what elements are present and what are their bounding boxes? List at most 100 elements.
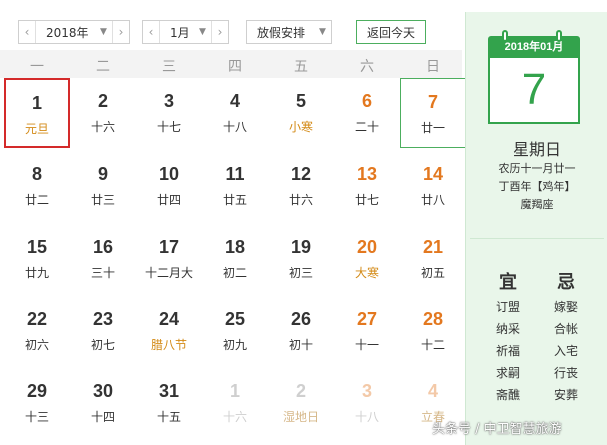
day-cell[interactable]: 11 廿五 (202, 151, 268, 221)
lunar-label: 十五 (156, 410, 181, 424)
lunar-label: 廿五 (222, 193, 247, 207)
back-to-today-button[interactable]: 返回今天 (356, 20, 426, 44)
day-cell[interactable]: 2 十六 (70, 78, 136, 148)
lunar-label: 廿四 (156, 193, 181, 207)
year-selector[interactable]: ‹ 2018年 ▼ › (18, 20, 130, 44)
day-number: 17 (158, 237, 180, 257)
prev-month-icon[interactable]: ‹ (143, 21, 160, 43)
day-cell[interactable]: 9 廿三 (70, 151, 136, 221)
weekday-label: 二 (96, 59, 110, 75)
chevron-down-icon[interactable]: ▼ (199, 27, 211, 37)
yi-item: 斋醮 (495, 388, 520, 402)
day-cell[interactable]: 25 初九 (202, 296, 268, 366)
day-cell[interactable]: 2 湿地日 (268, 368, 334, 438)
day-number: 13 (356, 164, 378, 184)
day-cell[interactable]: 31 十五 (136, 368, 202, 438)
month-value[interactable]: 1月 (160, 24, 199, 41)
day-grid: 1 元旦 2 十六 3 十七 4 十八 5 小寒 6 二十 7 廿一 8 廿二 9 廿三 10 廿四 11 廿五 12 廿六 1… (0, 78, 466, 445)
lunar-label: 十四 (90, 410, 115, 424)
day-cell[interactable]: 27 十一 (334, 296, 400, 366)
day-number: 21 (422, 237, 444, 257)
day-cell[interactable]: 16 三十 (70, 224, 136, 294)
chevron-down-icon[interactable]: ▼ (319, 27, 331, 37)
day-cell[interactable]: 29 十三 (4, 368, 70, 438)
day-cell[interactable]: 6 二十 (334, 78, 400, 148)
month-selector[interactable]: ‹ 1月 ▼ › (142, 20, 229, 44)
day-cell[interactable]: 8 廿二 (4, 151, 70, 221)
day-cell[interactable]: 23 初七 (70, 296, 136, 366)
holiday-value[interactable]: 放假安排 (247, 24, 319, 41)
divider (470, 238, 604, 239)
day-cell[interactable]: 13 廿七 (334, 151, 400, 221)
calendar-icon: 2018年01月 7 (488, 30, 580, 124)
day-cell[interactable]: 19 初三 (268, 224, 334, 294)
lunar-label: 大寒 (354, 266, 379, 280)
lunar-label: 初三 (288, 266, 313, 280)
yi-item: 求嗣 (495, 366, 520, 380)
day-cell[interactable]: 10 廿四 (136, 151, 202, 221)
day-cell[interactable]: 18 初二 (202, 224, 268, 294)
next-month-icon[interactable]: › (211, 21, 228, 43)
day-cell[interactable]: 3 十七 (136, 78, 202, 148)
day-cell[interactable]: 14 廿八 (400, 151, 466, 221)
day-cell[interactable]: 24 腊八节 (136, 296, 202, 366)
lunar-label: 十八 (354, 410, 379, 424)
day-number: 2 (295, 381, 306, 401)
year-value[interactable]: 2018年 (36, 24, 100, 41)
day-cell[interactable]: 4 十八 (202, 78, 268, 148)
chevron-down-icon[interactable]: ▼ (100, 27, 112, 37)
day-number: 1 (229, 381, 240, 401)
day-number: 6 (361, 91, 372, 111)
next-year-icon[interactable]: › (112, 21, 129, 43)
day-cell[interactable]: 20 大寒 (334, 224, 400, 294)
lunar-label: 初二 (222, 266, 247, 280)
day-cell[interactable]: 21 初五 (400, 224, 466, 294)
lunar-label: 十二月大 (144, 266, 193, 280)
lunar-date: 农历十一月廿一 (498, 162, 576, 175)
day-number: 31 (158, 381, 180, 401)
lunar-label: 廿九 (24, 266, 49, 280)
weekday-label: 六 (360, 59, 374, 75)
lunar-label: 初九 (222, 338, 247, 352)
day-number: 4 (427, 381, 438, 401)
yi-list: 宜 订盟 纳采 祈福 求嗣 斋醮 (483, 268, 533, 406)
day-cell[interactable]: 26 初十 (268, 296, 334, 366)
holiday-selector[interactable]: 放假安排 ▼ (246, 20, 332, 44)
selected-day-number: 7 (521, 65, 547, 114)
day-cell[interactable]: 22 初六 (4, 296, 70, 366)
lunar-label: 小寒 (288, 120, 313, 134)
ring-icon (556, 30, 562, 42)
ji-item: 行丧 (553, 366, 578, 380)
day-cell[interactable]: 28 十二 (400, 296, 466, 366)
prev-year-icon[interactable]: ‹ (19, 21, 36, 43)
lunar-label: 廿三 (90, 193, 115, 207)
lunar-label: 廿八 (420, 193, 445, 207)
lunar-label: 十一 (354, 338, 379, 352)
day-number: 14 (422, 164, 444, 184)
day-number: 3 (163, 91, 174, 111)
day-cell[interactable]: 7 廿一 (400, 78, 466, 148)
lunar-label: 廿二 (24, 193, 49, 207)
day-number: 8 (31, 164, 42, 184)
day-number: 12 (290, 164, 312, 184)
day-number: 26 (290, 309, 312, 329)
day-cell[interactable]: 1 十六 (202, 368, 268, 438)
day-cell[interactable]: 30 十四 (70, 368, 136, 438)
day-cell[interactable]: 12 廿六 (268, 151, 334, 221)
day-cell[interactable]: 1 元旦 (4, 78, 70, 148)
weekday-header: 一二三四五六日 (0, 50, 462, 78)
weekday-label: 五 (294, 59, 308, 75)
lunar-label: 三十 (90, 266, 115, 280)
ring-icon (502, 30, 508, 42)
ji-title: 忌 (557, 272, 575, 293)
day-cell[interactable]: 17 十二月大 (136, 224, 202, 294)
lunar-label: 初七 (90, 338, 115, 352)
day-cell[interactable]: 5 小寒 (268, 78, 334, 148)
date-detail-panel: 2018年01月 7 星期日 农历十一月廿一 丁酉年【鸡年】 魔羯座 宜 订盟纳… (465, 12, 607, 445)
constellation: 魔羯座 (520, 198, 554, 211)
day-cell[interactable]: 3 十八 (334, 368, 400, 438)
lunar-label: 廿七 (354, 193, 379, 207)
day-cell[interactable]: 15 廿九 (4, 224, 70, 294)
lunar-label: 十三 (24, 410, 49, 424)
lunar-label: 初十 (288, 338, 313, 352)
